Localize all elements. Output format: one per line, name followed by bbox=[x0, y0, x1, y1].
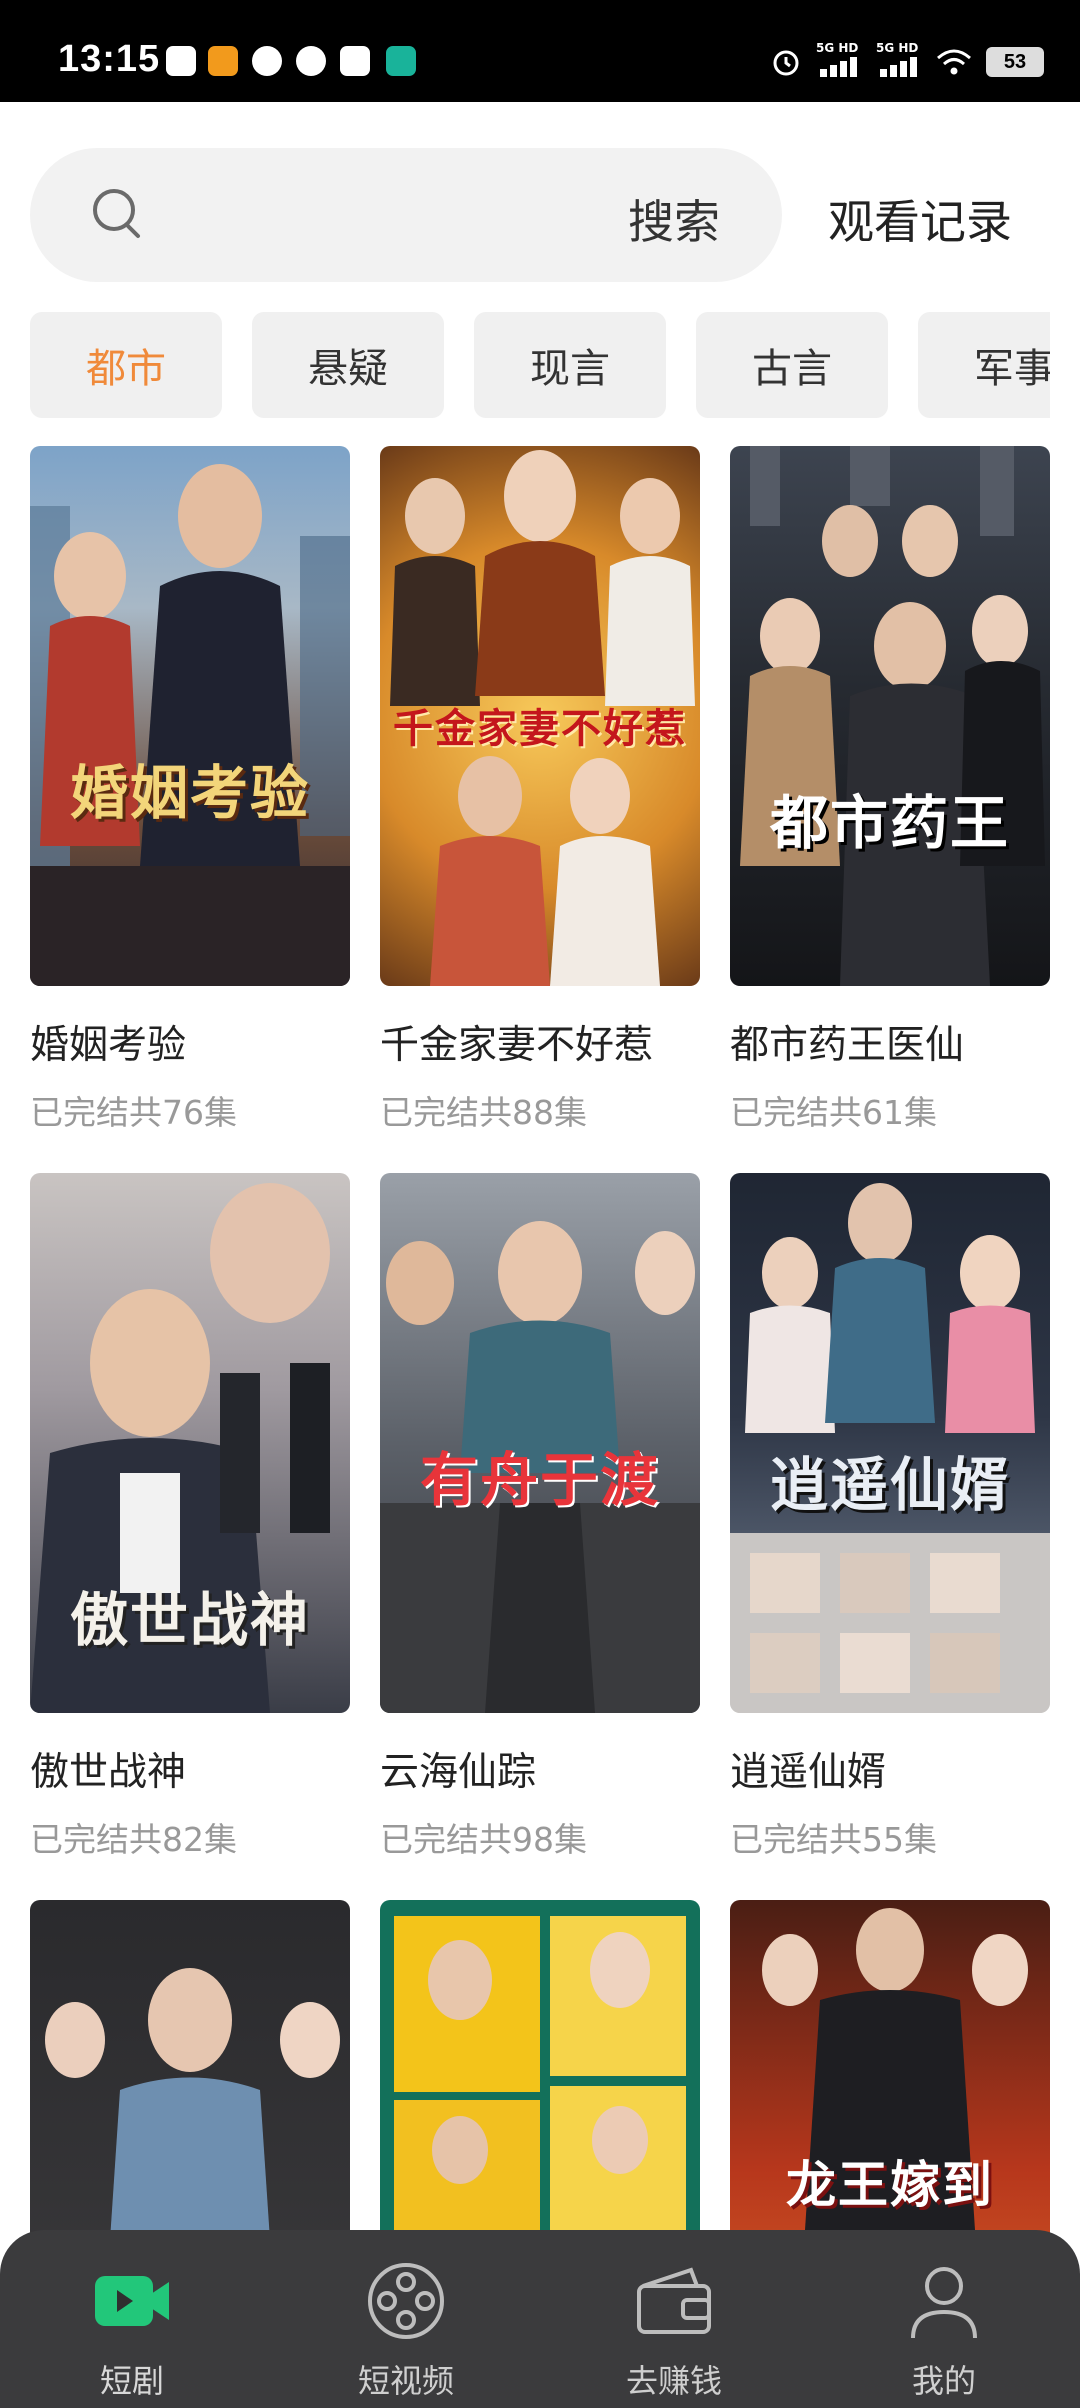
drama-poster[interactable]: 婚姻考验 bbox=[30, 446, 350, 986]
drama-card[interactable]: 都市药王 都市药王医仙 已完结共61集 bbox=[730, 446, 1050, 1134]
app-notification-icon bbox=[166, 46, 196, 76]
drama-title: 傲世战神 bbox=[30, 1750, 187, 1795]
bottom-nav: 短剧 短视频 去赚钱 我的 bbox=[0, 2230, 1080, 2408]
poster-title-art: 千金家妻不好惹 bbox=[393, 705, 687, 752]
drama-poster[interactable]: 逍遥仙婿 bbox=[730, 1173, 1050, 1713]
search-icon bbox=[93, 189, 140, 238]
drama-poster[interactable]: 傲世战神 bbox=[30, 1173, 350, 1713]
nav-tab-short-drama[interactable]: 短剧 bbox=[42, 2256, 222, 2402]
film-reel-icon bbox=[368, 2263, 444, 2339]
app-notification-icon bbox=[296, 46, 326, 76]
drama-title: 千金家妻不好惹 bbox=[380, 1023, 654, 1068]
wallet-icon bbox=[637, 2267, 711, 2334]
drama-card[interactable]: 逍遥仙婿 逍遥仙婿 已完结共55集 bbox=[730, 1173, 1050, 1861]
poster-title-art: 龙王嫁到 bbox=[786, 2155, 994, 2214]
drama-title: 逍遥仙婿 bbox=[730, 1750, 887, 1795]
status-time: 13:15 bbox=[58, 38, 161, 80]
poster-title-art: 有舟于渡 bbox=[419, 1446, 660, 1514]
nav-tab-short-video[interactable]: 短视频 bbox=[316, 2256, 496, 2402]
alarm-icon bbox=[773, 50, 799, 76]
category-tab[interactable]: 现言 bbox=[474, 312, 666, 418]
poster-title-art: 傲世战神 bbox=[69, 1586, 310, 1654]
nav-tab-earn-money[interactable]: 去赚钱 bbox=[584, 2256, 764, 2402]
wifi-icon bbox=[937, 49, 971, 75]
battery-indicator: 53 bbox=[986, 47, 1044, 77]
watch-history-link[interactable]: 观看记录 bbox=[828, 186, 1012, 252]
drama-title: 都市药王医仙 bbox=[730, 1023, 965, 1068]
drama-title: 婚姻考验 bbox=[30, 1023, 187, 1068]
category-tab[interactable]: 军事 bbox=[918, 312, 1050, 418]
video-icon bbox=[95, 2276, 169, 2326]
category-tabs: 都市 悬疑 现言 古言 军事 bbox=[30, 312, 1050, 420]
drama-poster[interactable]: 千金家妻不好惹 bbox=[380, 446, 700, 986]
app-notification-icon bbox=[208, 46, 238, 76]
category-tab[interactable]: 悬疑 bbox=[252, 312, 444, 418]
search-input[interactable]: 搜索 bbox=[30, 148, 782, 282]
status-bar: 13:15 5G HD 5G HD 53 bbox=[0, 0, 1080, 102]
search-app-notification-icon bbox=[340, 46, 370, 76]
drama-status: 已完结共88集 bbox=[380, 1093, 587, 1132]
drama-card[interactable]: 千金家妻不好惹 千金家妻不好惹 已完结共88集 bbox=[380, 446, 700, 1134]
drama-card[interactable]: 婚姻考验 婚姻考验 已完结共76集 bbox=[30, 446, 350, 1134]
drama-status: 已完结共98集 bbox=[380, 1820, 587, 1859]
message-notification-icon bbox=[252, 46, 282, 76]
category-tab[interactable]: 都市 bbox=[30, 312, 222, 418]
boss-app-notification-icon bbox=[386, 46, 416, 76]
poster-title-art: 都市药王 bbox=[769, 789, 1010, 857]
drama-poster[interactable]: 都市药王 bbox=[730, 446, 1050, 986]
signal-icon: 5G HD bbox=[816, 41, 862, 77]
profile-icon bbox=[911, 2267, 977, 2339]
signal-icon: 5G HD bbox=[876, 41, 922, 77]
drama-status: 已完结共61集 bbox=[730, 1093, 937, 1132]
drama-card[interactable]: 有舟于渡 云海仙踪 已完结共98集 bbox=[380, 1173, 700, 1861]
category-tab[interactable]: 古言 bbox=[696, 312, 888, 418]
nav-tab-profile[interactable]: 我的 bbox=[854, 2256, 1034, 2402]
drama-card[interactable]: 傲世战神 傲世战神 已完结共82集 bbox=[30, 1173, 350, 1861]
drama-status: 已完结共76集 bbox=[30, 1093, 237, 1132]
poster-title-art: 婚姻考验 bbox=[69, 759, 310, 827]
poster-title-art: 逍遥仙婿 bbox=[769, 1451, 1010, 1519]
drama-title: 云海仙踪 bbox=[380, 1750, 537, 1795]
search-button[interactable]: 搜索 bbox=[628, 186, 720, 252]
drama-status: 已完结共55集 bbox=[730, 1820, 937, 1859]
drama-status: 已完结共82集 bbox=[30, 1820, 237, 1859]
drama-poster[interactable]: 有舟于渡 bbox=[380, 1173, 700, 1713]
